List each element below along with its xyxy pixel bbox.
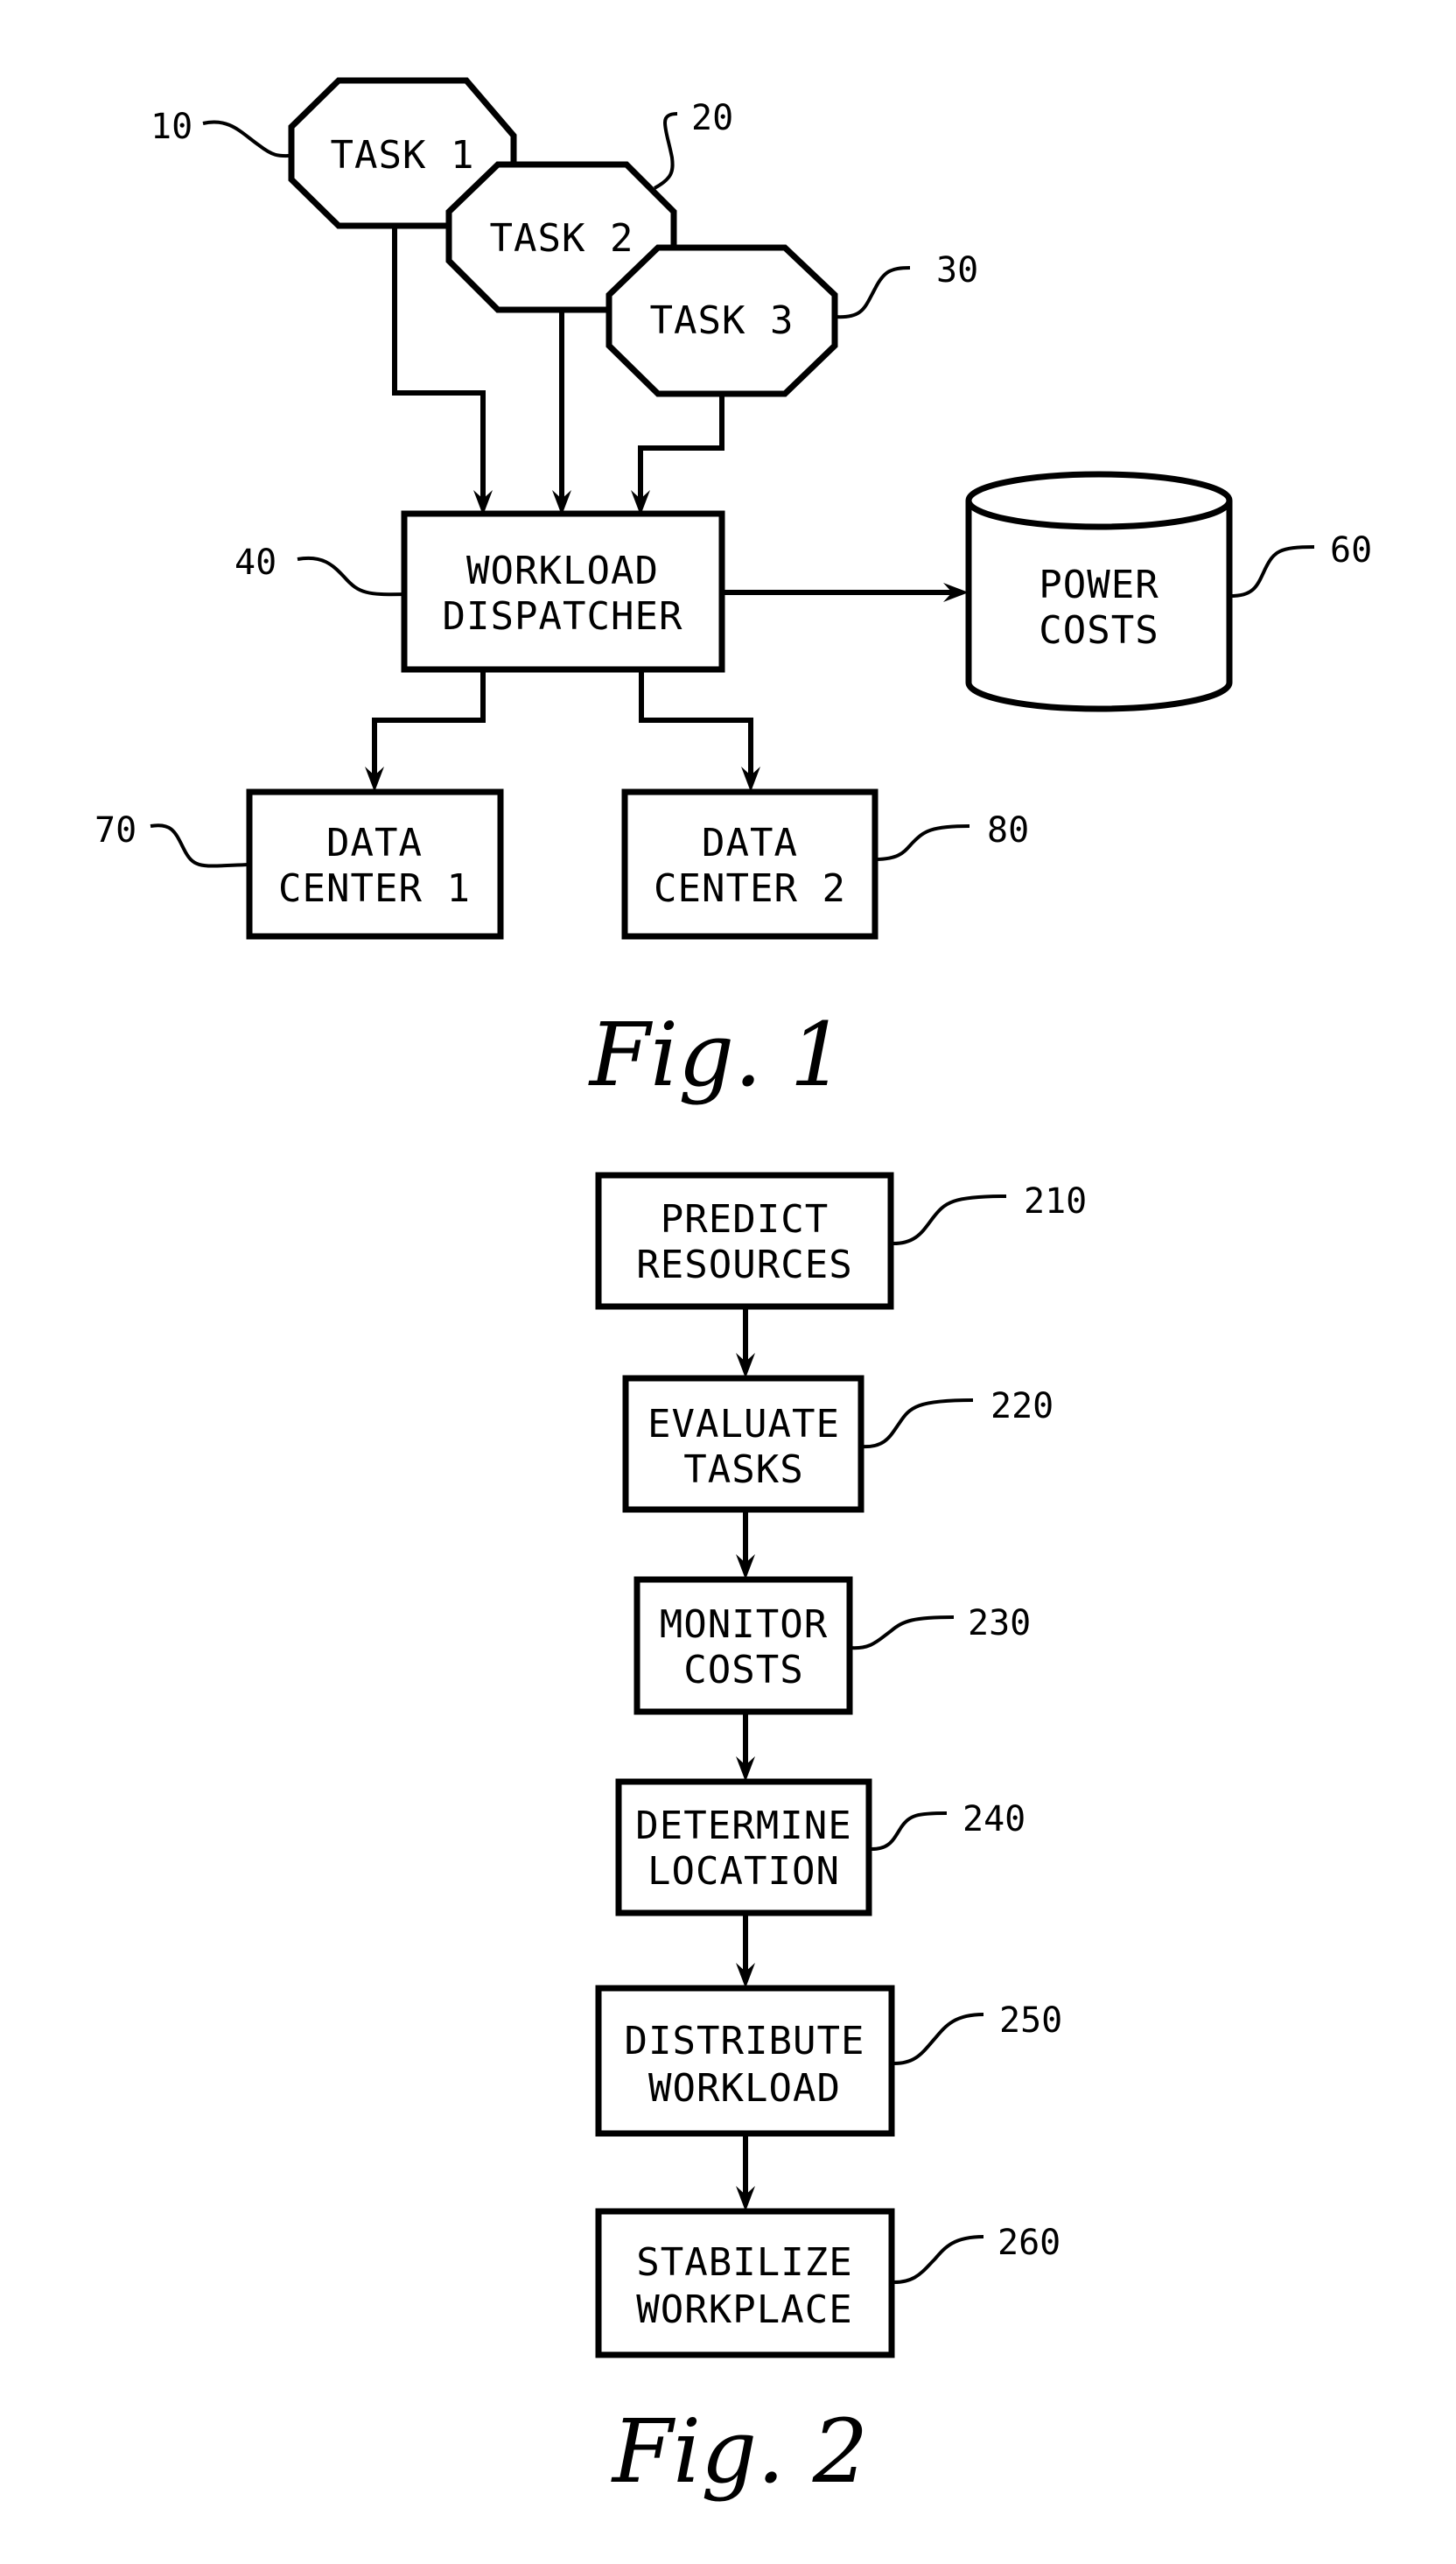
step-260-label-line1: STABILIZE [636,2240,852,2285]
data-center-1-node: DATA CENTER 1 [246,788,504,940]
step-210-node: PREDICT RESOURCES [595,1172,894,1310]
ref-70-label: 70 [94,810,136,851]
step-240-node: DETERMINE LOCATION [615,1778,872,1916]
step-230-to-240-connector [736,1712,755,1782]
ref-210-label: 210 [1024,1181,1087,1222]
ref-60-leader [1228,545,1315,598]
ref-250-label: 250 [999,2000,1062,2041]
step-240-label-line1: DETERMINE [635,1804,851,1848]
step-210-to-220-connector [736,1307,755,1378]
ref-250-leader [891,2013,984,2066]
step-220-label-line1: EVALUATE [648,1402,840,1447]
power-costs-label-line1: POWER [1039,563,1158,607]
ref-80-leader [874,824,970,861]
patent-drawing-sheet: TASK 1 TASK 2 TASK 3 10 20 30 WORKLOAD D… [94,77,1372,2503]
step-220-label-line2: TASKS [683,1447,803,1492]
ref-210-leader [890,1194,1007,1246]
step-250-to-260-connector [736,2133,755,2211]
ref-30-leader [834,266,911,319]
step-220-to-230-connector [736,1510,755,1580]
ref-260-leader [891,2235,984,2285]
step-230-label-line2: COSTS [683,1648,803,1692]
step-210-label-line1: PREDICT [661,1197,829,1242]
ref-40-leader [297,556,405,597]
step-260-label-line2: WORKPLACE [636,2287,852,2332]
ref-80-label: 80 [987,810,1029,851]
ref-240-label: 240 [962,1799,1026,1839]
step-220-node: EVALUATE TASKS [622,1375,864,1513]
step-230-label-line1: MONITOR [660,1602,828,1647]
ref-30-label: 30 [936,250,978,291]
ref-240-leader [868,1811,948,1852]
task2-to-dispatcher-connector [552,310,571,515]
cylinder-top [965,471,1233,530]
ref-20-label: 20 [691,98,733,138]
workload-dispatcher-node: WORKLOAD DISPATCHER [401,510,725,673]
task-3-node: TASK 3 [606,244,838,397]
power-costs-label-line2: COSTS [1039,608,1158,653]
task3-to-dispatcher-connector [631,394,724,515]
dispatcher-to-power-costs-connector [722,583,969,602]
ref-260-label: 260 [998,2223,1060,2263]
ref-10-leader [202,120,292,158]
figure-1: TASK 1 TASK 2 TASK 3 10 20 30 WORKLOAD D… [94,77,1372,1106]
step-260-node: STABILIZE WORKPLACE [595,2208,895,2358]
step-240-to-250-connector [736,1913,755,1988]
data-center-1-label-line1: DATA [326,821,423,865]
dispatcher-label-line2: DISPATCHER [443,594,683,639]
ref-220-label: 220 [990,1386,1054,1426]
data-center-2-label-line1: DATA [702,821,798,865]
data-center-1-label-line2: CENTER 1 [278,866,471,911]
data-center-2-node: DATA CENTER 2 [621,788,878,940]
step-230-node: MONITOR COSTS [634,1576,853,1715]
figure-1-caption: Fig. 1 [588,1004,846,1106]
ref-230-leader [849,1615,955,1650]
task-2-label: TASK 2 [490,216,634,261]
task-1-label: TASK 1 [331,133,475,178]
step-250-label-line1: DISTRIBUTE [625,2019,865,2063]
figure-2-caption: Fig. 2 [611,2400,869,2503]
ref-40-label: 40 [234,543,276,583]
dispatcher-label-line1: WORKLOAD [466,549,659,593]
task-3-label: TASK 3 [650,298,794,343]
dispatcher-to-data-center-1-connector [365,669,486,792]
ref-70-leader [150,823,250,868]
step-210-label-line2: RESOURCES [636,1243,852,1287]
step-240-label-line2: LOCATION [648,1849,840,1894]
figure-2: PREDICT RESOURCES 210 EVALUATE TASKS 220… [595,1172,1087,2503]
ref-60-label: 60 [1330,530,1372,571]
dispatcher-to-data-center-2-connector [639,669,760,792]
step-250-node: DISTRIBUTE WORKLOAD [595,1985,895,2137]
data-center-2-label-line2: CENTER 2 [654,866,846,911]
power-costs-database: POWER COSTS [965,471,1233,712]
ref-230-label: 230 [968,1603,1031,1643]
step-250-label-line2: WORKLOAD [648,2066,841,2111]
ref-220-leader [860,1398,974,1449]
ref-10-label: 10 [150,107,192,147]
ref-20-leader [654,112,678,190]
